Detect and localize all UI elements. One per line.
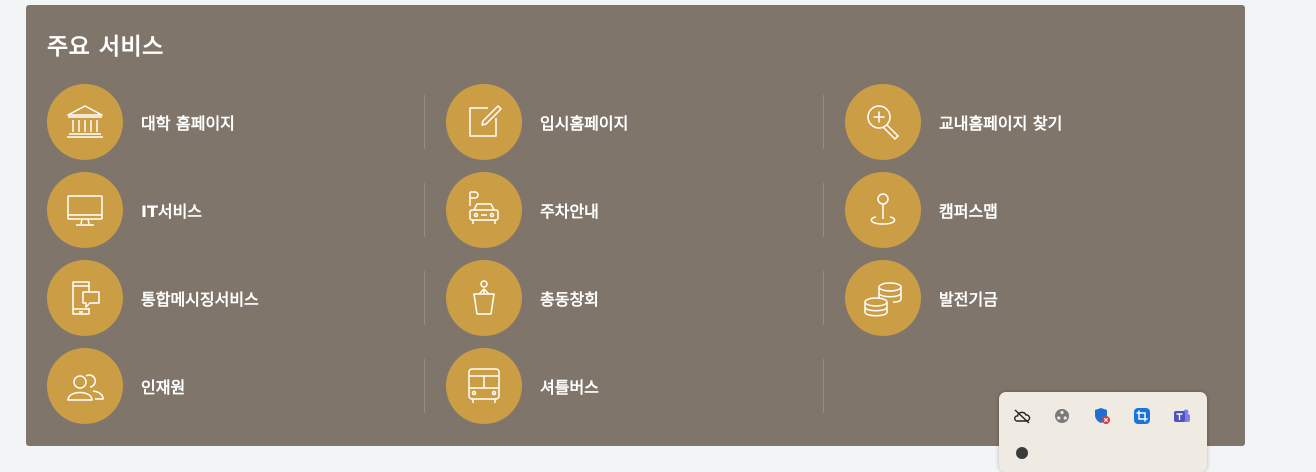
main-services-panel: 주요 서비스 대학 홈페이지 입시홈페이지 교내홈페이지 찾기 IT서비스 주차…	[26, 5, 1245, 446]
service-label: 교내홈페이지 찾기	[939, 114, 1063, 133]
service-talent-center[interactable]: 인재원	[47, 347, 427, 425]
people-icon	[47, 348, 123, 424]
service-find-campus-homepage[interactable]: 교내홈페이지 찾기	[845, 83, 1225, 161]
monitor-icon	[47, 172, 123, 248]
service-label: 셔틀버스	[540, 378, 599, 397]
service-university-homepage[interactable]: 대학 홈페이지	[47, 83, 427, 161]
car-icon	[446, 172, 522, 248]
column-divider	[424, 95, 425, 149]
service-campus-map[interactable]: 캠퍼스맵	[845, 171, 1225, 249]
service-shuttle-bus[interactable]: 셔틀버스	[446, 347, 826, 425]
bus-icon	[446, 348, 522, 424]
column-divider	[823, 183, 824, 237]
column-divider	[424, 359, 425, 413]
service-label: 대학 홈페이지	[141, 114, 235, 133]
service-label: 캠퍼스맵	[939, 202, 998, 221]
service-label: 통합메시징서비스	[141, 290, 259, 309]
service-it[interactable]: IT서비스	[47, 171, 427, 249]
status-dot	[1016, 447, 1028, 459]
service-parking[interactable]: 주차안내	[446, 171, 826, 249]
crop-tool-icon[interactable]	[1132, 406, 1152, 426]
service-alumni[interactable]: 총동창회	[446, 259, 826, 337]
service-label: 입시홈페이지	[540, 114, 629, 133]
podium-person-icon	[446, 260, 522, 336]
section-title: 주요 서비스	[47, 34, 164, 60]
column-divider	[823, 271, 824, 325]
teams-icon[interactable]	[1172, 406, 1192, 426]
service-label: 발전기금	[939, 290, 998, 309]
column-divider	[823, 95, 824, 149]
service-label: IT서비스	[141, 202, 203, 221]
map-pin-icon	[845, 172, 921, 248]
column-divider	[424, 183, 425, 237]
cloud-offline-icon[interactable]	[1012, 406, 1032, 426]
service-label: 인재원	[141, 378, 186, 397]
security-shield-icon[interactable]	[1092, 406, 1112, 426]
system-tray-popup	[999, 392, 1207, 472]
coins-icon	[845, 260, 921, 336]
service-messaging[interactable]: 통합메시징서비스	[47, 259, 427, 337]
edit-icon	[446, 84, 522, 160]
service-development-fund[interactable]: 발전기금	[845, 259, 1225, 337]
column-divider	[424, 271, 425, 325]
search-zoom-icon	[845, 84, 921, 160]
column-divider	[823, 359, 824, 413]
service-admissions-homepage[interactable]: 입시홈페이지	[446, 83, 826, 161]
film-reel-icon[interactable]	[1052, 406, 1072, 426]
service-label: 총동창회	[540, 290, 599, 309]
service-label: 주차안내	[540, 202, 599, 221]
mobile-message-icon	[47, 260, 123, 336]
bank-icon	[47, 84, 123, 160]
